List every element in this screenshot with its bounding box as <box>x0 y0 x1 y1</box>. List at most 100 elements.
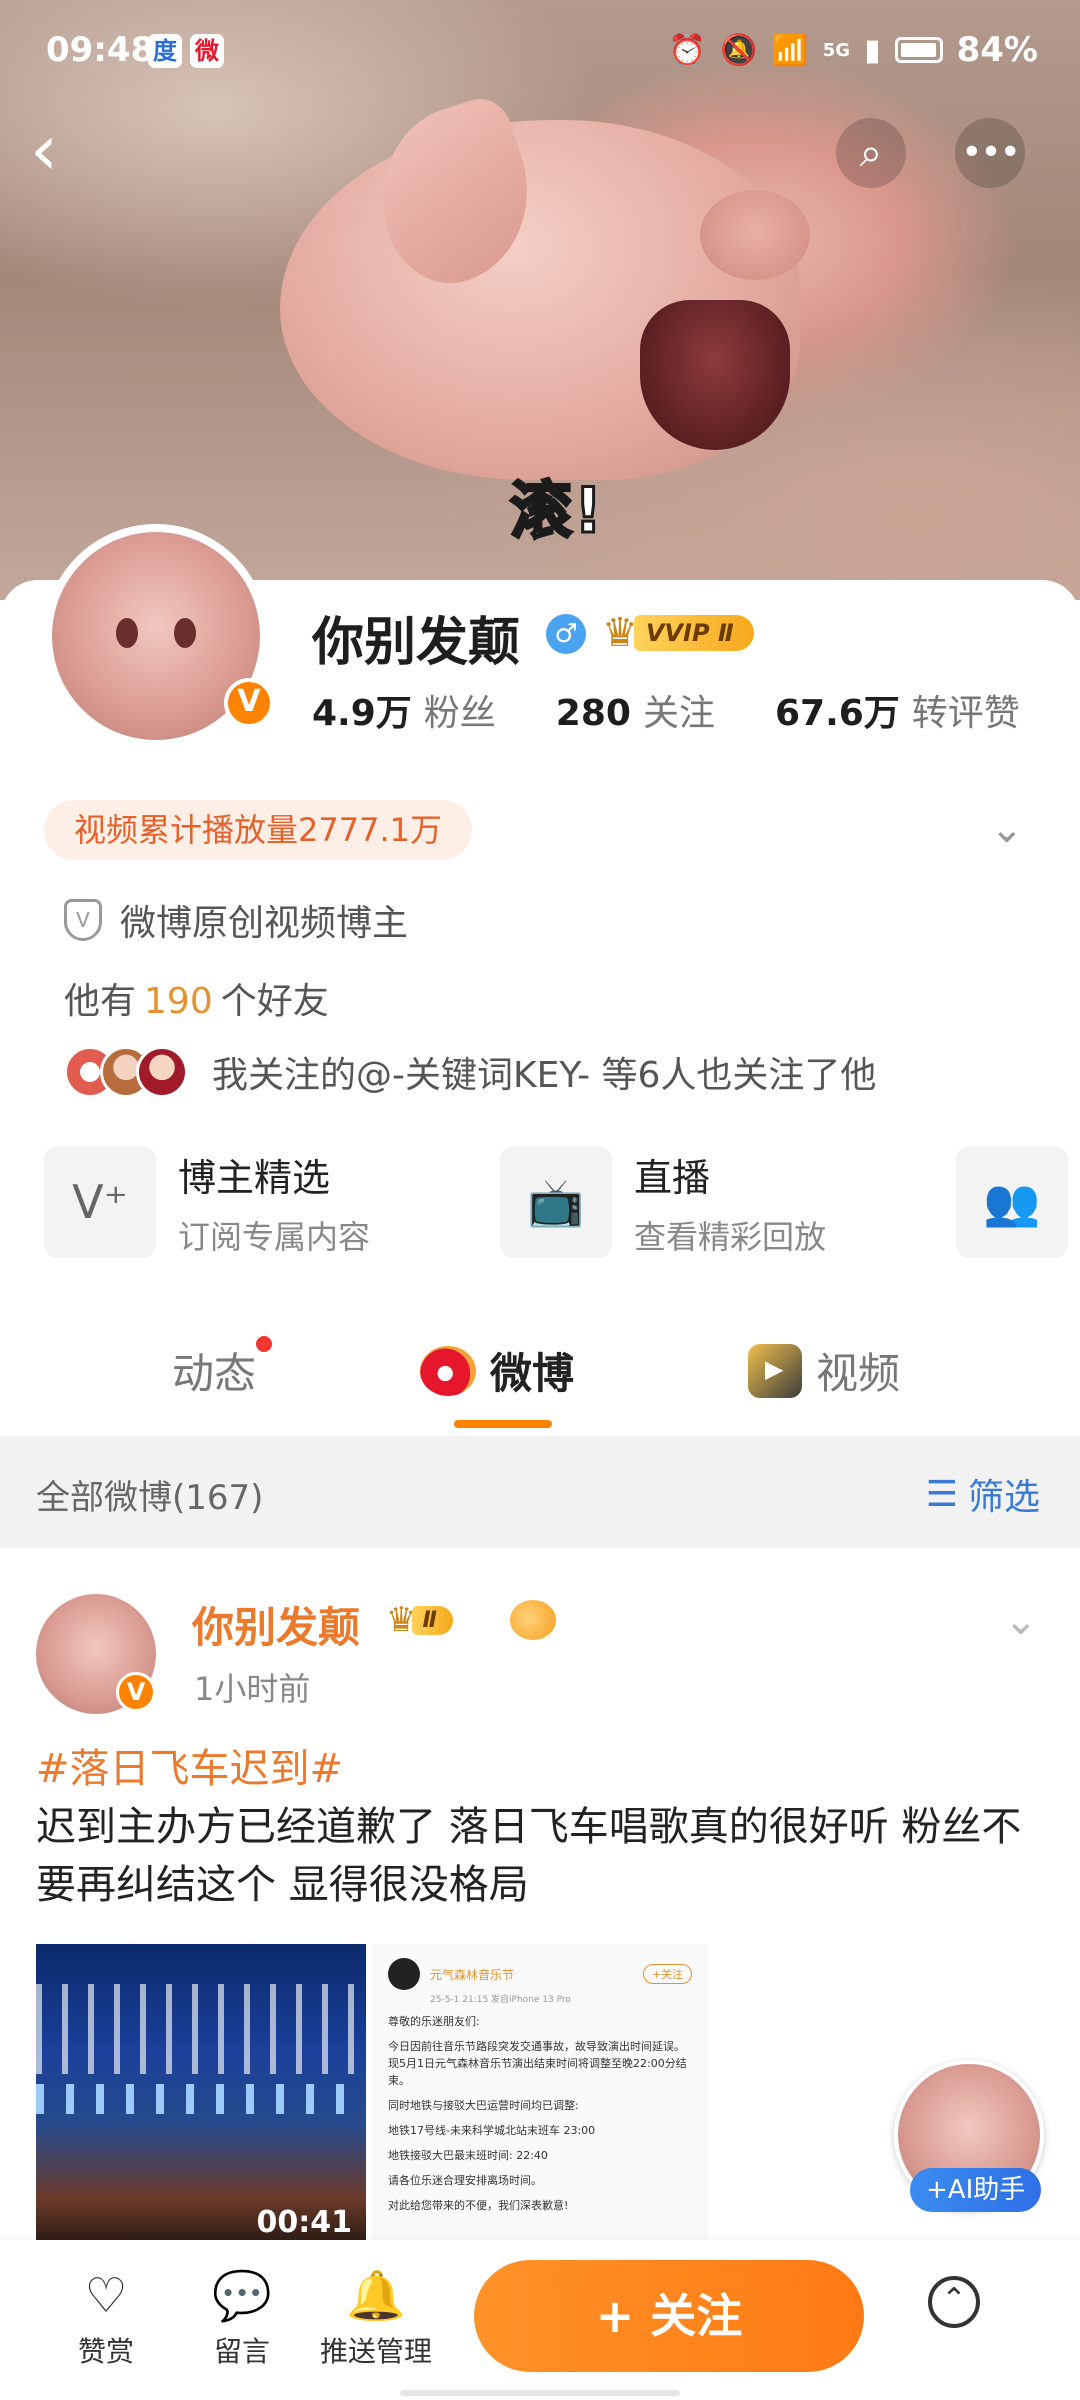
status-time: 09:48 <box>46 30 155 70</box>
more-dots-icon: ••• <box>961 132 1021 173</box>
cover-caption: 滚! <box>508 473 605 549</box>
certification-row: V 微博原创视频博主 <box>64 894 408 946</box>
screenshot-line: 同时地铁与接驳大巴运营时间均已调整: <box>388 2099 579 2112</box>
ai-assistant-button[interactable]: +AI助手 <box>910 2168 1042 2212</box>
screenshot-line: 地铁17号线-未来科学城北站末班车 23:00 <box>388 2124 596 2137</box>
home-indicator <box>400 2390 680 2396</box>
weibo-logo-icon <box>420 1345 476 1396</box>
male-icon: ♂ <box>546 614 586 654</box>
profile-name: 你别发颠 <box>312 613 521 673</box>
battery-percent: 84% <box>956 30 1038 70</box>
message-icon: 💬 <box>212 2268 272 2324</box>
bottom-action-bar: ♡ 赞赏 💬 留言 🔔 推送管理 + 关注 ⌃ <box>0 2240 1080 2400</box>
profile-stats: 4.9万 粉丝 280 关注 67.6万 转评赞 <box>312 684 1020 736</box>
tab-weibo[interactable]: 微博 <box>420 1340 574 1401</box>
stat-following-value: 280 <box>555 693 631 734</box>
signal-icon: ▮ <box>864 32 881 68</box>
crown-icon: ♛ <box>602 610 638 656</box>
screenshot-line: 请各位乐迷合理安排离场时间。 <box>388 2174 542 2187</box>
account-logo-icon <box>388 1958 420 1990</box>
tab-video[interactable]: 视频 <box>748 1340 900 1401</box>
chevron-down-icon[interactable]: ⌄ <box>1004 1598 1038 1644</box>
post-vip-badge: ♛ Ⅱ <box>386 1600 453 1640</box>
mutual-follow-row[interactable]: 我关注的@-关键词KEY- 等6人也关注了他 <box>64 1046 876 1098</box>
fish-badge-icon <box>510 1600 556 1640</box>
mute-icon: 🔕 <box>720 32 758 68</box>
mutual-follow-text: 我关注的@-关键词KEY- 等6人也关注了他 <box>212 1055 877 1096</box>
post-author-name[interactable]: 你别发颠 <box>192 1594 360 1655</box>
friends-row[interactable]: 他有 190 个好友 <box>64 972 329 1024</box>
friends-count: 190 <box>144 981 213 1022</box>
all-weibo-count[interactable]: 全部微博(167) <box>36 1470 263 1519</box>
status-right: ⏰ 🔕 📶 5G ▮ 84% <box>669 30 1038 70</box>
network-type: 5G <box>822 39 851 61</box>
red-dot-badge <box>256 1336 273 1352</box>
weibo-app-icon: 微 <box>190 34 224 68</box>
screenshot-account: 元气森林音乐节 <box>430 1967 515 1982</box>
reward-heart-icon: ♡ <box>84 2268 128 2324</box>
post-video-thumbnail[interactable]: 00:41 <box>36 1944 366 2244</box>
message-label: 留言 <box>213 2335 270 2368</box>
chevron-up-icon: ⌃ <box>941 2282 967 2317</box>
live-subtitle: 查看精彩回放 <box>634 1217 827 1256</box>
message-button[interactable]: 💬 留言 <box>182 2268 302 2370</box>
scroll-top-button[interactable]: ⌃ <box>928 2276 980 2328</box>
tab-dynamics[interactable]: 动态 <box>172 1336 273 1401</box>
profile-tabs: 动态 微博 视频 <box>0 1300 1080 1430</box>
stat-interactions-label: 转评赞 <box>911 693 1020 734</box>
post-topic[interactable]: #落日飞车迟到# <box>36 1740 1046 1798</box>
stat-following[interactable]: 280 关注 <box>556 684 715 736</box>
tab-video-label: 视频 <box>816 1349 901 1398</box>
cover-pig-snout <box>700 190 810 280</box>
stat-fans[interactable]: 4.9万 粉丝 <box>312 684 496 736</box>
friends-suffix: 个好友 <box>220 981 329 1022</box>
vvip-badge[interactable]: ♛ VVIP Ⅱ <box>602 610 754 656</box>
v-plus-icon: V⁺ <box>44 1146 156 1258</box>
featured-content-title: 博主精选 <box>178 1155 331 1200</box>
featured-content-entry[interactable]: V⁺ 博主精选 订阅专属内容 <box>44 1146 370 1258</box>
post-vip-label: Ⅱ <box>412 1605 453 1635</box>
status-bar: 09:48 度 微 ⏰ 🔕 📶 5G ▮ 84% <box>0 0 1080 100</box>
filter-button[interactable]: ☰ 筛选 <box>926 1468 1040 1520</box>
fans-group-entry[interactable]: 👥 <box>956 1146 1068 1258</box>
stat-interactions[interactable]: 67.6万 转评赞 <box>775 684 1020 736</box>
alarm-icon: ⏰ <box>668 32 707 68</box>
tab-weibo-label: 微博 <box>490 1349 575 1398</box>
search-button[interactable]: ⌕ <box>836 118 906 188</box>
filter-label: 筛选 <box>967 1477 1040 1518</box>
more-button[interactable]: ••• <box>955 118 1025 188</box>
live-title: 直播 <box>634 1155 711 1200</box>
stage-lights <box>36 2084 366 2114</box>
active-tab-indicator <box>454 1420 552 1428</box>
reward-button[interactable]: ♡ 赞赏 <box>46 2268 166 2370</box>
screenshot-line: 对此给您带来的不便，我们深表歉意! <box>388 2199 569 2212</box>
live-entry[interactable]: 📺 直播 查看精彩回放 <box>500 1146 826 1258</box>
post-body[interactable]: #落日飞车迟到# 迟到主办方已经道歉了 落日飞车唱歌真的很好听 粉丝不要再纠结这… <box>36 1740 1046 1914</box>
push-settings-button[interactable]: 🔔 推送管理 <box>296 2268 456 2370</box>
stat-fans-value: 4.9万 <box>312 693 412 734</box>
filter-icon: ☰ <box>925 1473 958 1515</box>
baidu-app-icon: 度 <box>148 34 182 68</box>
stat-interactions-value: 67.6万 <box>774 693 900 734</box>
post-time: 1小时前 <box>194 1670 311 1708</box>
users-icon: 👥 <box>956 1146 1068 1258</box>
push-settings-label: 推送管理 <box>319 2335 432 2368</box>
video-duration: 00:41 <box>256 2205 353 2240</box>
post-text: 迟到主办方已经道歉了 落日飞车唱歌真的很好听 粉丝不要再纠结这个 显得很没格局 <box>36 1804 1022 1908</box>
screenshot-line: 地铁接驳大巴最末班时间: 22:40 <box>388 2149 548 2162</box>
wifi-icon: 📶 <box>771 32 809 68</box>
chevron-down-icon[interactable]: ⌄ <box>990 806 1024 852</box>
post-image-screenshot[interactable]: 元气森林音乐节 +关注 25-5-1 21:15 发自iPhone 13 Pro… <box>372 1944 708 2244</box>
mutual-avatar <box>136 1046 188 1098</box>
tab-dynamics-label: 动态 <box>172 1349 257 1398</box>
verified-badge-icon: V <box>116 1672 156 1712</box>
back-button[interactable]: ‹ <box>30 110 100 190</box>
friends-prefix: 他有 <box>64 981 137 1022</box>
video-plays-pill[interactable]: 视频累计播放量2777.1万 <box>44 800 472 860</box>
follow-button[interactable]: + 关注 <box>474 2260 864 2372</box>
stat-fans-label: 粉丝 <box>423 693 496 734</box>
certification-text: 微博原创视频博主 <box>120 903 409 944</box>
screenshot-meta: 25-5-1 21:15 发自iPhone 13 Pro <box>430 1995 571 2005</box>
tv-icon: 📺 <box>500 1146 612 1258</box>
search-icon: ⌕ <box>859 130 883 176</box>
